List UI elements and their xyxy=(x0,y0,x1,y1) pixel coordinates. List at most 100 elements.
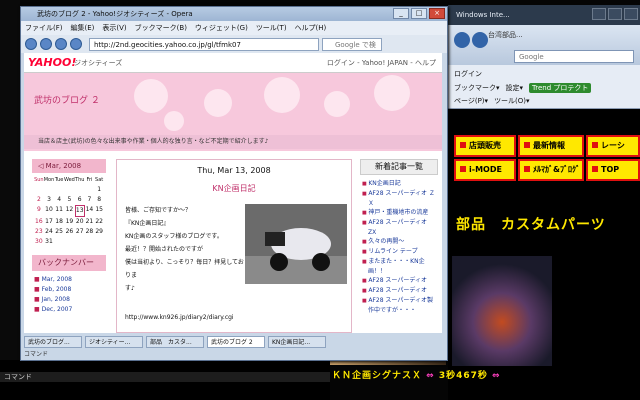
close-button[interactable]: × xyxy=(429,8,445,19)
menu-button-top[interactable]: TOP xyxy=(586,159,640,181)
calendar-day[interactable]: 11 xyxy=(54,205,64,217)
bookmark-button[interactable]: ブックマーク▾ xyxy=(454,83,500,93)
background-tab-title[interactable]: 台湾部品... xyxy=(488,30,523,40)
recent-link[interactable]: またまた・・・KN企画！！ xyxy=(362,257,436,276)
tab-item[interactable]: 武坊のブログ... xyxy=(24,336,82,348)
recent-link[interactable]: AF28 スーパーディオ xyxy=(362,286,436,296)
caption-text: ＫＮ企画シグナスＸ xyxy=(332,371,423,381)
tab-item-active[interactable]: 武坊のブログ 2 xyxy=(207,336,265,348)
recent-link[interactable]: AF28 スーパーディオ xyxy=(362,276,436,286)
calendar-day[interactable]: 22 xyxy=(94,217,104,227)
calendar-day[interactable]: 21 xyxy=(85,217,95,227)
menu-button-racing[interactable]: レーシ xyxy=(586,135,640,157)
calendar-day[interactable]: 19 xyxy=(64,217,75,227)
menu-button-store[interactable]: 店頭販売 xyxy=(454,135,516,157)
menu-view[interactable]: 表示(V) xyxy=(102,21,126,35)
menu-file[interactable]: ファイル(F) xyxy=(25,21,63,35)
trend-protect-button[interactable]: Trend プロテクト xyxy=(529,83,592,93)
tab-item[interactable]: 部品 カスタ... xyxy=(146,336,204,348)
entry-date: Thu, Mar 13, 2008 xyxy=(197,166,271,175)
recent-link[interactable]: AF28 スーパーディオ ＺＸ xyxy=(362,189,436,208)
backnumber-link[interactable]: Mar, 2008 xyxy=(34,275,104,285)
calendar-weekday: Fri xyxy=(86,177,93,183)
calendar-day[interactable]: 27 xyxy=(75,227,85,237)
calendar-month[interactable]: ◁ Mar, 2008 xyxy=(32,159,106,173)
background-search-input[interactable]: Google xyxy=(514,50,634,63)
minimize-button[interactable] xyxy=(592,8,606,20)
menu-tools[interactable]: ツール(T) xyxy=(256,21,287,35)
recent-link[interactable]: 久々の再開～ xyxy=(362,237,436,247)
backnumber-link[interactable]: Jan, 2008 xyxy=(34,295,104,305)
blog-title[interactable]: 武坊のブログ ２ xyxy=(34,93,100,106)
calendar-day[interactable]: 29 xyxy=(94,227,104,237)
recent-link[interactable]: AF28 スーパーディオ製作中ですが・・・ xyxy=(362,296,436,315)
calendar-day[interactable]: 28 xyxy=(85,227,95,237)
calendar-day[interactable]: 13 xyxy=(74,205,85,217)
tab-item[interactable]: KN企画日記... xyxy=(268,336,326,348)
menu-button-imode[interactable]: i-MODE xyxy=(454,159,516,181)
recent-link[interactable]: KN企画日記 xyxy=(362,179,436,189)
tab-item[interactable]: ジオシティー... xyxy=(85,336,143,348)
calendar-day[interactable]: 1 xyxy=(94,185,104,195)
calendar-day[interactable]: 16 xyxy=(34,217,44,227)
menu-button-news[interactable]: 最新情報 xyxy=(518,135,584,157)
calendar-weekday: Sun xyxy=(34,177,44,183)
maximize-button[interactable]: □ xyxy=(411,8,427,19)
menu-button-mailmag[interactable]: ﾒﾙﾏｶﾞ&ﾌﾞﾛｸﾞ xyxy=(518,159,584,181)
calendar-day[interactable]: 24 xyxy=(44,227,55,237)
page-menu-button[interactable]: ページ(P)▾ xyxy=(454,96,488,106)
minimize-button[interactable]: _ xyxy=(393,8,409,19)
login-links[interactable]: ログイン - Yahoo! JAPAN - ヘルプ xyxy=(327,58,436,68)
calendar-day[interactable]: 9 xyxy=(34,205,44,217)
calendar-day[interactable]: 3 xyxy=(44,195,55,205)
background-window-titlebar[interactable]: Windows Inte... xyxy=(448,5,640,25)
calendar-day[interactable]: 12 xyxy=(64,205,75,217)
background-login-link[interactable]: ログイン xyxy=(454,69,482,79)
background-nav-bar: 台湾部品... Google xyxy=(448,25,640,65)
calendar-day[interactable]: 18 xyxy=(54,217,64,227)
recent-link[interactable]: AF28 スーパーディオ ZX xyxy=(362,218,436,237)
recent-link[interactable]: 神戸・重機地市の流産 xyxy=(362,208,436,218)
opera-titlebar[interactable]: 武坊のブログ 2 - Yahoo!ジオシティーズ - Opera _ □ × xyxy=(21,7,447,21)
recent-link[interactable]: リムライン テープ xyxy=(362,247,436,257)
calendar-day[interactable]: 20 xyxy=(75,217,85,227)
search-input[interactable]: Google で検索 xyxy=(322,37,382,61)
calendar-day[interactable]: 14 xyxy=(85,205,95,217)
calendar-day[interactable]: 4 xyxy=(54,195,64,205)
back-button[interactable] xyxy=(25,38,37,50)
scooter-illustration xyxy=(245,204,347,284)
calendar-day[interactable]: 15 xyxy=(94,205,104,217)
entry-link[interactable]: http://www.kn926.jp/diary2/diary.cgi xyxy=(125,314,234,321)
backnumber-link[interactable]: Dec, 2007 xyxy=(34,305,104,315)
home-button[interactable] xyxy=(70,38,82,50)
calendar-day[interactable]: 26 xyxy=(64,227,75,237)
calendar-day[interactable]: 8 xyxy=(94,195,104,205)
menu-edit[interactable]: 編集(E) xyxy=(71,21,95,35)
calendar-day[interactable]: 10 xyxy=(44,205,55,217)
settings-button[interactable]: 設定▾ xyxy=(506,83,524,93)
maximize-button[interactable] xyxy=(608,8,622,20)
reload-button[interactable] xyxy=(55,38,67,50)
calendar-day[interactable]: 31 xyxy=(44,237,55,247)
calendar-day[interactable]: 6 xyxy=(75,195,85,205)
calendar-day[interactable]: 7 xyxy=(85,195,95,205)
calendar-day[interactable]: 25 xyxy=(54,227,64,237)
forward-button[interactable] xyxy=(40,38,52,50)
entry-title[interactable]: KN企画日記 xyxy=(117,183,351,194)
menu-help[interactable]: ヘルプ(H) xyxy=(295,21,327,35)
calendar-day[interactable]: 30 xyxy=(34,237,44,247)
close-button[interactable] xyxy=(624,8,638,20)
url-input[interactable]: http://2nd.geocities.yahoo.co.jp/gl/tfmk… xyxy=(89,37,319,51)
yahoo-logo[interactable]: YAHOO! xyxy=(28,56,76,69)
calendar-day[interactable]: 17 xyxy=(44,217,55,227)
menu-bookmarks[interactable]: ブックマーク(B) xyxy=(135,21,187,35)
calendar-day[interactable]: 5 xyxy=(64,195,75,205)
background-toolbar-row: ブックマーク▾ 設定▾ Trend プロテクト xyxy=(454,83,592,93)
menu-widgets[interactable]: ウィジェット(G) xyxy=(195,21,248,35)
backnumber-link[interactable]: Feb, 2008 xyxy=(34,285,104,295)
back-arrow-icon[interactable] xyxy=(454,32,470,48)
forward-arrow-icon[interactable] xyxy=(472,32,488,48)
tools-menu-button[interactable]: ツール(O)▾ xyxy=(494,96,530,106)
calendar-day[interactable]: 23 xyxy=(34,227,44,237)
calendar-day[interactable]: 2 xyxy=(34,195,44,205)
